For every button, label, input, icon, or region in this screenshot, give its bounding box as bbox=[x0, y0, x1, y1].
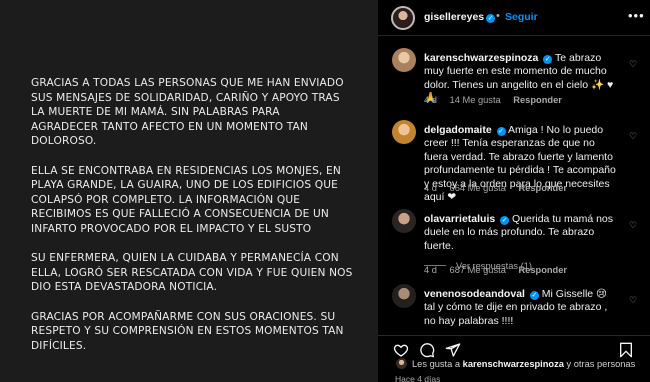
commenter-username[interactable]: venenosodeandoval bbox=[424, 288, 525, 300]
commenter-avatar[interactable] bbox=[392, 209, 416, 233]
post-actions-bar: Les gusta a karenschwarzespinoza y otras… bbox=[378, 335, 650, 382]
header-separator: • bbox=[496, 10, 500, 22]
comment-likes[interactable]: 664 Me gusta bbox=[450, 183, 506, 193]
more-horizontal-icon[interactable]: ••• bbox=[628, 8, 645, 23]
commenter-avatar[interactable] bbox=[392, 284, 416, 308]
reply-button[interactable]: Responder bbox=[513, 95, 562, 105]
likes-suffix[interactable]: y otras personas bbox=[564, 359, 636, 369]
commenter-avatar[interactable] bbox=[392, 48, 416, 72]
verified-badge-icon: ✓ bbox=[543, 55, 553, 64]
comment-likes[interactable]: 14 Me gusta bbox=[450, 95, 501, 105]
comments-panel: gisellereyes ✓ • Seguir ••• karenschwarze… bbox=[378, 0, 650, 382]
comment-time[interactable]: 4 d bbox=[424, 183, 437, 193]
liker-avatar bbox=[395, 357, 408, 370]
heart-icon[interactable]: ♡ bbox=[629, 59, 637, 70]
bookmark-icon[interactable] bbox=[618, 342, 634, 358]
verified-badge-icon: ✓ bbox=[496, 127, 506, 136]
comment-text-block: olavarrietaluis ✓ Querida tu mamá nos du… bbox=[424, 213, 620, 253]
heart-icon[interactable]: ♡ bbox=[629, 295, 637, 306]
heart-icon[interactable]: ♡ bbox=[629, 220, 637, 231]
view-replies-button[interactable]: Ver respuestas (1) bbox=[424, 261, 532, 271]
comment-meta: 4 d 664 Me gusta Responder bbox=[424, 183, 577, 193]
author-avatar[interactable] bbox=[391, 6, 415, 30]
commenter-username[interactable]: olavarrietaluis bbox=[424, 213, 495, 225]
likes-summary[interactable]: Les gusta a karenschwarzespinoza y otras… bbox=[395, 357, 636, 370]
comment-meta: 4 d 14 Me gusta Responder bbox=[424, 95, 572, 105]
reply-button[interactable]: Responder bbox=[518, 183, 567, 193]
post-header: gisellereyes ✓ • Seguir ••• bbox=[378, 0, 650, 36]
like-heart-icon[interactable] bbox=[393, 342, 409, 358]
verified-badge-icon: ✓ bbox=[500, 216, 510, 225]
author-username[interactable]: gisellereyes ✓ bbox=[424, 11, 496, 23]
comment-text-block: venenosodeandoval ✓ Mi Gisselle 😢 tal y … bbox=[424, 288, 620, 328]
post-caption-text: GRACIAS A TODAS LAS PERSONAS QUE ME HAN … bbox=[31, 77, 353, 352]
heart-icon[interactable]: ♡ bbox=[629, 131, 637, 142]
author-username-text[interactable]: gisellereyes bbox=[424, 11, 484, 23]
comment-time[interactable]: 4 d bbox=[424, 95, 437, 105]
share-send-icon[interactable] bbox=[445, 342, 461, 358]
post-image: GRACIAS A TODAS LAS PERSONAS QUE ME HAN … bbox=[0, 0, 378, 382]
commenter-username[interactable]: delgadomaite bbox=[424, 124, 492, 136]
verified-badge-icon: ✓ bbox=[529, 291, 539, 300]
likes-username[interactable]: karenschwarzespinoza bbox=[463, 359, 564, 369]
likes-prefix: Les gusta a bbox=[412, 359, 463, 369]
commenter-avatar[interactable] bbox=[392, 120, 416, 144]
view-replies-label[interactable]: Ver respuestas (1) bbox=[456, 261, 532, 271]
replies-divider bbox=[424, 265, 446, 266]
follow-button[interactable]: Seguir bbox=[505, 11, 538, 23]
post-timestamp: Hace 4 días bbox=[395, 374, 441, 382]
comment-bubble-icon[interactable] bbox=[419, 342, 435, 358]
verified-badge-icon: ✓ bbox=[486, 14, 496, 23]
commenter-username[interactable]: karenschwarzespinoza bbox=[424, 52, 538, 64]
